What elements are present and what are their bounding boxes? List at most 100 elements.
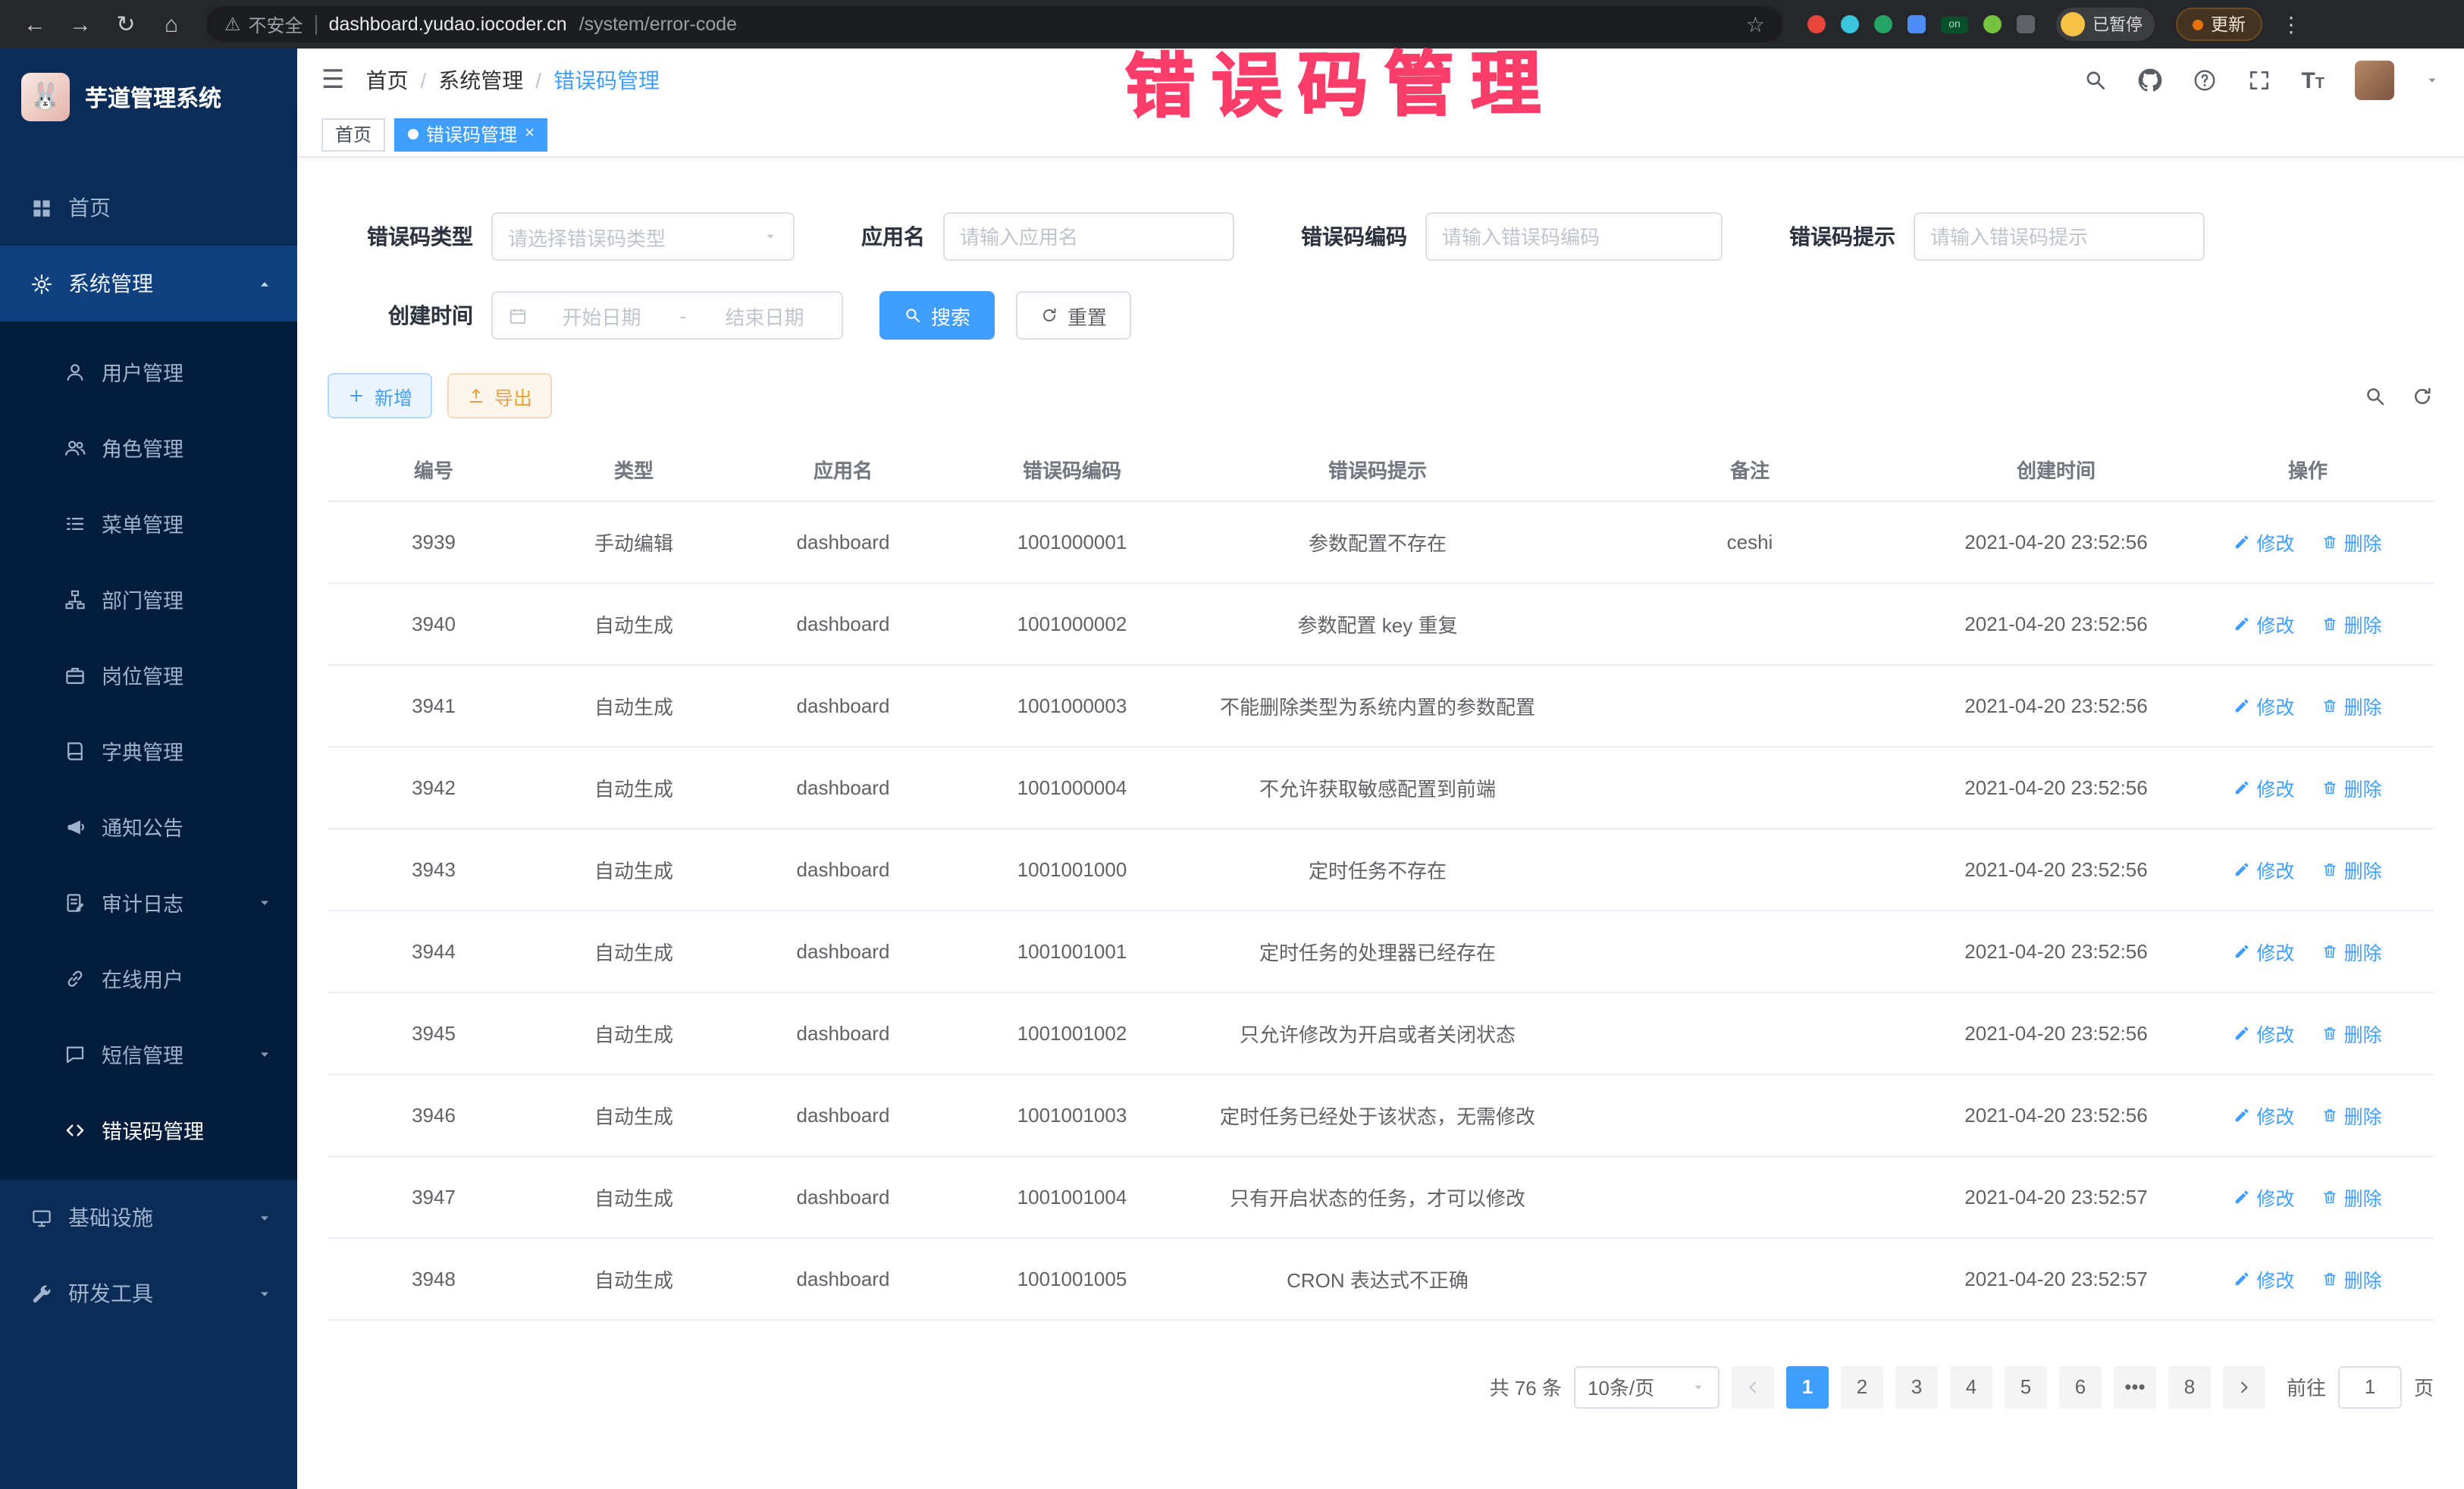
sidebar-collapse-icon[interactable]: ☰ <box>321 65 345 96</box>
export-button[interactable]: 导出 <box>447 373 552 418</box>
bookmark-star-icon[interactable]: ☆ <box>1746 11 1765 37</box>
edit-link[interactable]: 修改 <box>2234 1100 2294 1129</box>
refresh-table-icon[interactable] <box>2411 384 2434 407</box>
page-size-select[interactable]: 10条/页 <box>1574 1365 1719 1408</box>
filter-row-2: 创建时间 开始日期 - 结束日期 搜索 重置 <box>328 291 2434 340</box>
delete-link[interactable]: 删除 <box>2321 773 2382 801</box>
edit-link[interactable]: 修改 <box>2234 773 2294 801</box>
security-label: 不安全 <box>249 11 303 37</box>
sidebar-item-posts[interactable]: 岗位管理 <box>0 637 297 713</box>
app-name-input[interactable] <box>943 212 1234 261</box>
cell-actions: 修改 删除 <box>2182 828 2434 910</box>
header-type: 类型 <box>540 440 728 500</box>
cell-remark: ceshi <box>1569 500 1930 582</box>
sidebar-item-audit-log[interactable]: 审计日志 <box>0 864 297 940</box>
delete-link[interactable]: 删除 <box>2321 1100 2382 1129</box>
browser-forward-button[interactable]: → <box>61 5 100 44</box>
sidebar-item-notice[interactable]: 通知公告 <box>0 788 297 864</box>
extension-icon-grid[interactable] <box>1908 15 1926 33</box>
extension-icon-red[interactable] <box>1807 15 1826 33</box>
error-type-select[interactable]: 请选择错误码类型 <box>491 212 795 261</box>
goto-page-input[interactable] <box>2338 1365 2402 1408</box>
prev-page-button[interactable] <box>1732 1365 1774 1408</box>
page-button-8[interactable]: 8 <box>2168 1365 2211 1408</box>
tag-home[interactable]: 首页 <box>321 118 385 151</box>
delete-link[interactable]: 删除 <box>2321 854 2382 883</box>
more-pages-button[interactable]: ••• <box>2114 1365 2156 1408</box>
sidebar-item-users[interactable]: 用户管理 <box>0 334 297 409</box>
cell-code: 1001000003 <box>958 664 1186 746</box>
toggle-search-icon[interactable] <box>2364 384 2387 407</box>
page-button-5[interactable]: 5 <box>2005 1365 2047 1408</box>
edit-link[interactable]: 修改 <box>2234 1182 2294 1211</box>
sidebar-item-error-code[interactable]: 错误码管理 <box>0 1092 297 1168</box>
tag-error-code[interactable]: 错误码管理 × <box>394 118 548 151</box>
sidebar-item-online-users[interactable]: 在线用户 <box>0 940 297 1016</box>
browser-reload-button[interactable]: ↻ <box>106 5 146 44</box>
calendar-icon <box>508 306 528 325</box>
browser-back-button[interactable]: ← <box>15 5 55 44</box>
date-range-picker[interactable]: 开始日期 - 结束日期 <box>491 291 843 340</box>
table-row: 3940 自动生成 dashboard 1001000002 参数配置 key … <box>328 582 2434 664</box>
edit-link[interactable]: 修改 <box>2234 854 2294 883</box>
search-icon[interactable] <box>2083 68 2107 92</box>
pencil-icon <box>2234 1024 2250 1041</box>
edit-link[interactable]: 修改 <box>2234 691 2294 719</box>
sidebar-item-home[interactable]: 首页 <box>0 170 297 246</box>
avatar-caret-icon[interactable] <box>2425 73 2440 88</box>
sidebar-item-dictionary[interactable]: 字典管理 <box>0 713 297 788</box>
page-button-3[interactable]: 3 <box>1895 1365 1938 1408</box>
extension-icon-pin[interactable] <box>2017 15 2035 33</box>
delete-link[interactable]: 删除 <box>2321 1018 2382 1047</box>
search-button[interactable]: 搜索 <box>879 291 995 340</box>
breadcrumb-home[interactable]: 首页 <box>366 65 409 96</box>
add-button[interactable]: 新增 <box>328 373 432 418</box>
extension-icon-on-switch[interactable]: on <box>1941 16 1968 33</box>
browser-profile-badge[interactable]: 已暂停 <box>2056 8 2155 41</box>
delete-link[interactable]: 删除 <box>2321 527 2382 556</box>
page-button-2[interactable]: 2 <box>1841 1365 1883 1408</box>
next-page-button[interactable] <box>2223 1365 2265 1408</box>
delete-link[interactable]: 删除 <box>2321 691 2382 719</box>
cell-app: dashboard <box>728 500 958 582</box>
browser-menu-icon[interactable]: ⋮ <box>2281 11 2302 37</box>
sidebar-item-roles[interactable]: 角色管理 <box>0 409 297 485</box>
edit-link[interactable]: 修改 <box>2234 936 2294 965</box>
edit-link[interactable]: 修改 <box>2234 1264 2294 1293</box>
reset-button[interactable]: 重置 <box>1016 291 1131 340</box>
font-size-icon[interactable]: TT <box>2301 67 2324 93</box>
extension-icon-leaf[interactable] <box>1983 15 2002 33</box>
sidebar-item-system-management[interactable]: 系统管理 <box>0 246 297 321</box>
help-icon[interactable] <box>2192 68 2216 92</box>
browser-update-button[interactable]: 更新 <box>2176 8 2262 41</box>
browser-home-button[interactable]: ⌂ <box>152 5 191 44</box>
delete-link[interactable]: 删除 <box>2321 1264 2382 1293</box>
delete-link[interactable]: 删除 <box>2321 936 2382 965</box>
tag-close-icon[interactable]: × <box>525 126 534 143</box>
sidebar-item-departments[interactable]: 部门管理 <box>0 561 297 637</box>
page-button-6[interactable]: 6 <box>2059 1365 2102 1408</box>
error-hint-input[interactable] <box>1914 212 2205 261</box>
cell-code: 1001001005 <box>958 1237 1186 1319</box>
extension-icon-green[interactable] <box>1874 15 1892 33</box>
edit-link[interactable]: 修改 <box>2234 1018 2294 1047</box>
sidebar-item-sms[interactable]: 短信管理 <box>0 1016 297 1092</box>
page-button-4[interactable]: 4 <box>1950 1365 1992 1408</box>
trash-icon <box>2321 615 2338 632</box>
edit-link[interactable]: 修改 <box>2234 527 2294 556</box>
edit-link[interactable]: 修改 <box>2234 609 2294 638</box>
extension-icon-cyan[interactable] <box>1841 15 1859 33</box>
delete-link[interactable]: 删除 <box>2321 1182 2382 1211</box>
breadcrumb-system[interactable]: 系统管理 <box>438 65 523 96</box>
github-icon[interactable] <box>2137 68 2161 92</box>
sidebar-item-dev-tools[interactable]: 研发工具 <box>0 1255 297 1331</box>
page-button-1[interactable]: 1 <box>1786 1365 1829 1408</box>
security-warning[interactable]: ⚠ 不安全 <box>224 11 303 37</box>
fullscreen-icon[interactable] <box>2246 68 2271 92</box>
delete-link[interactable]: 删除 <box>2321 609 2382 638</box>
pencil-icon <box>2234 1270 2250 1287</box>
user-avatar[interactable] <box>2355 61 2394 100</box>
error-code-input[interactable] <box>1425 212 1723 261</box>
sidebar-item-menus[interactable]: 菜单管理 <box>0 485 297 561</box>
sidebar-item-infrastructure[interactable]: 基础设施 <box>0 1180 297 1255</box>
